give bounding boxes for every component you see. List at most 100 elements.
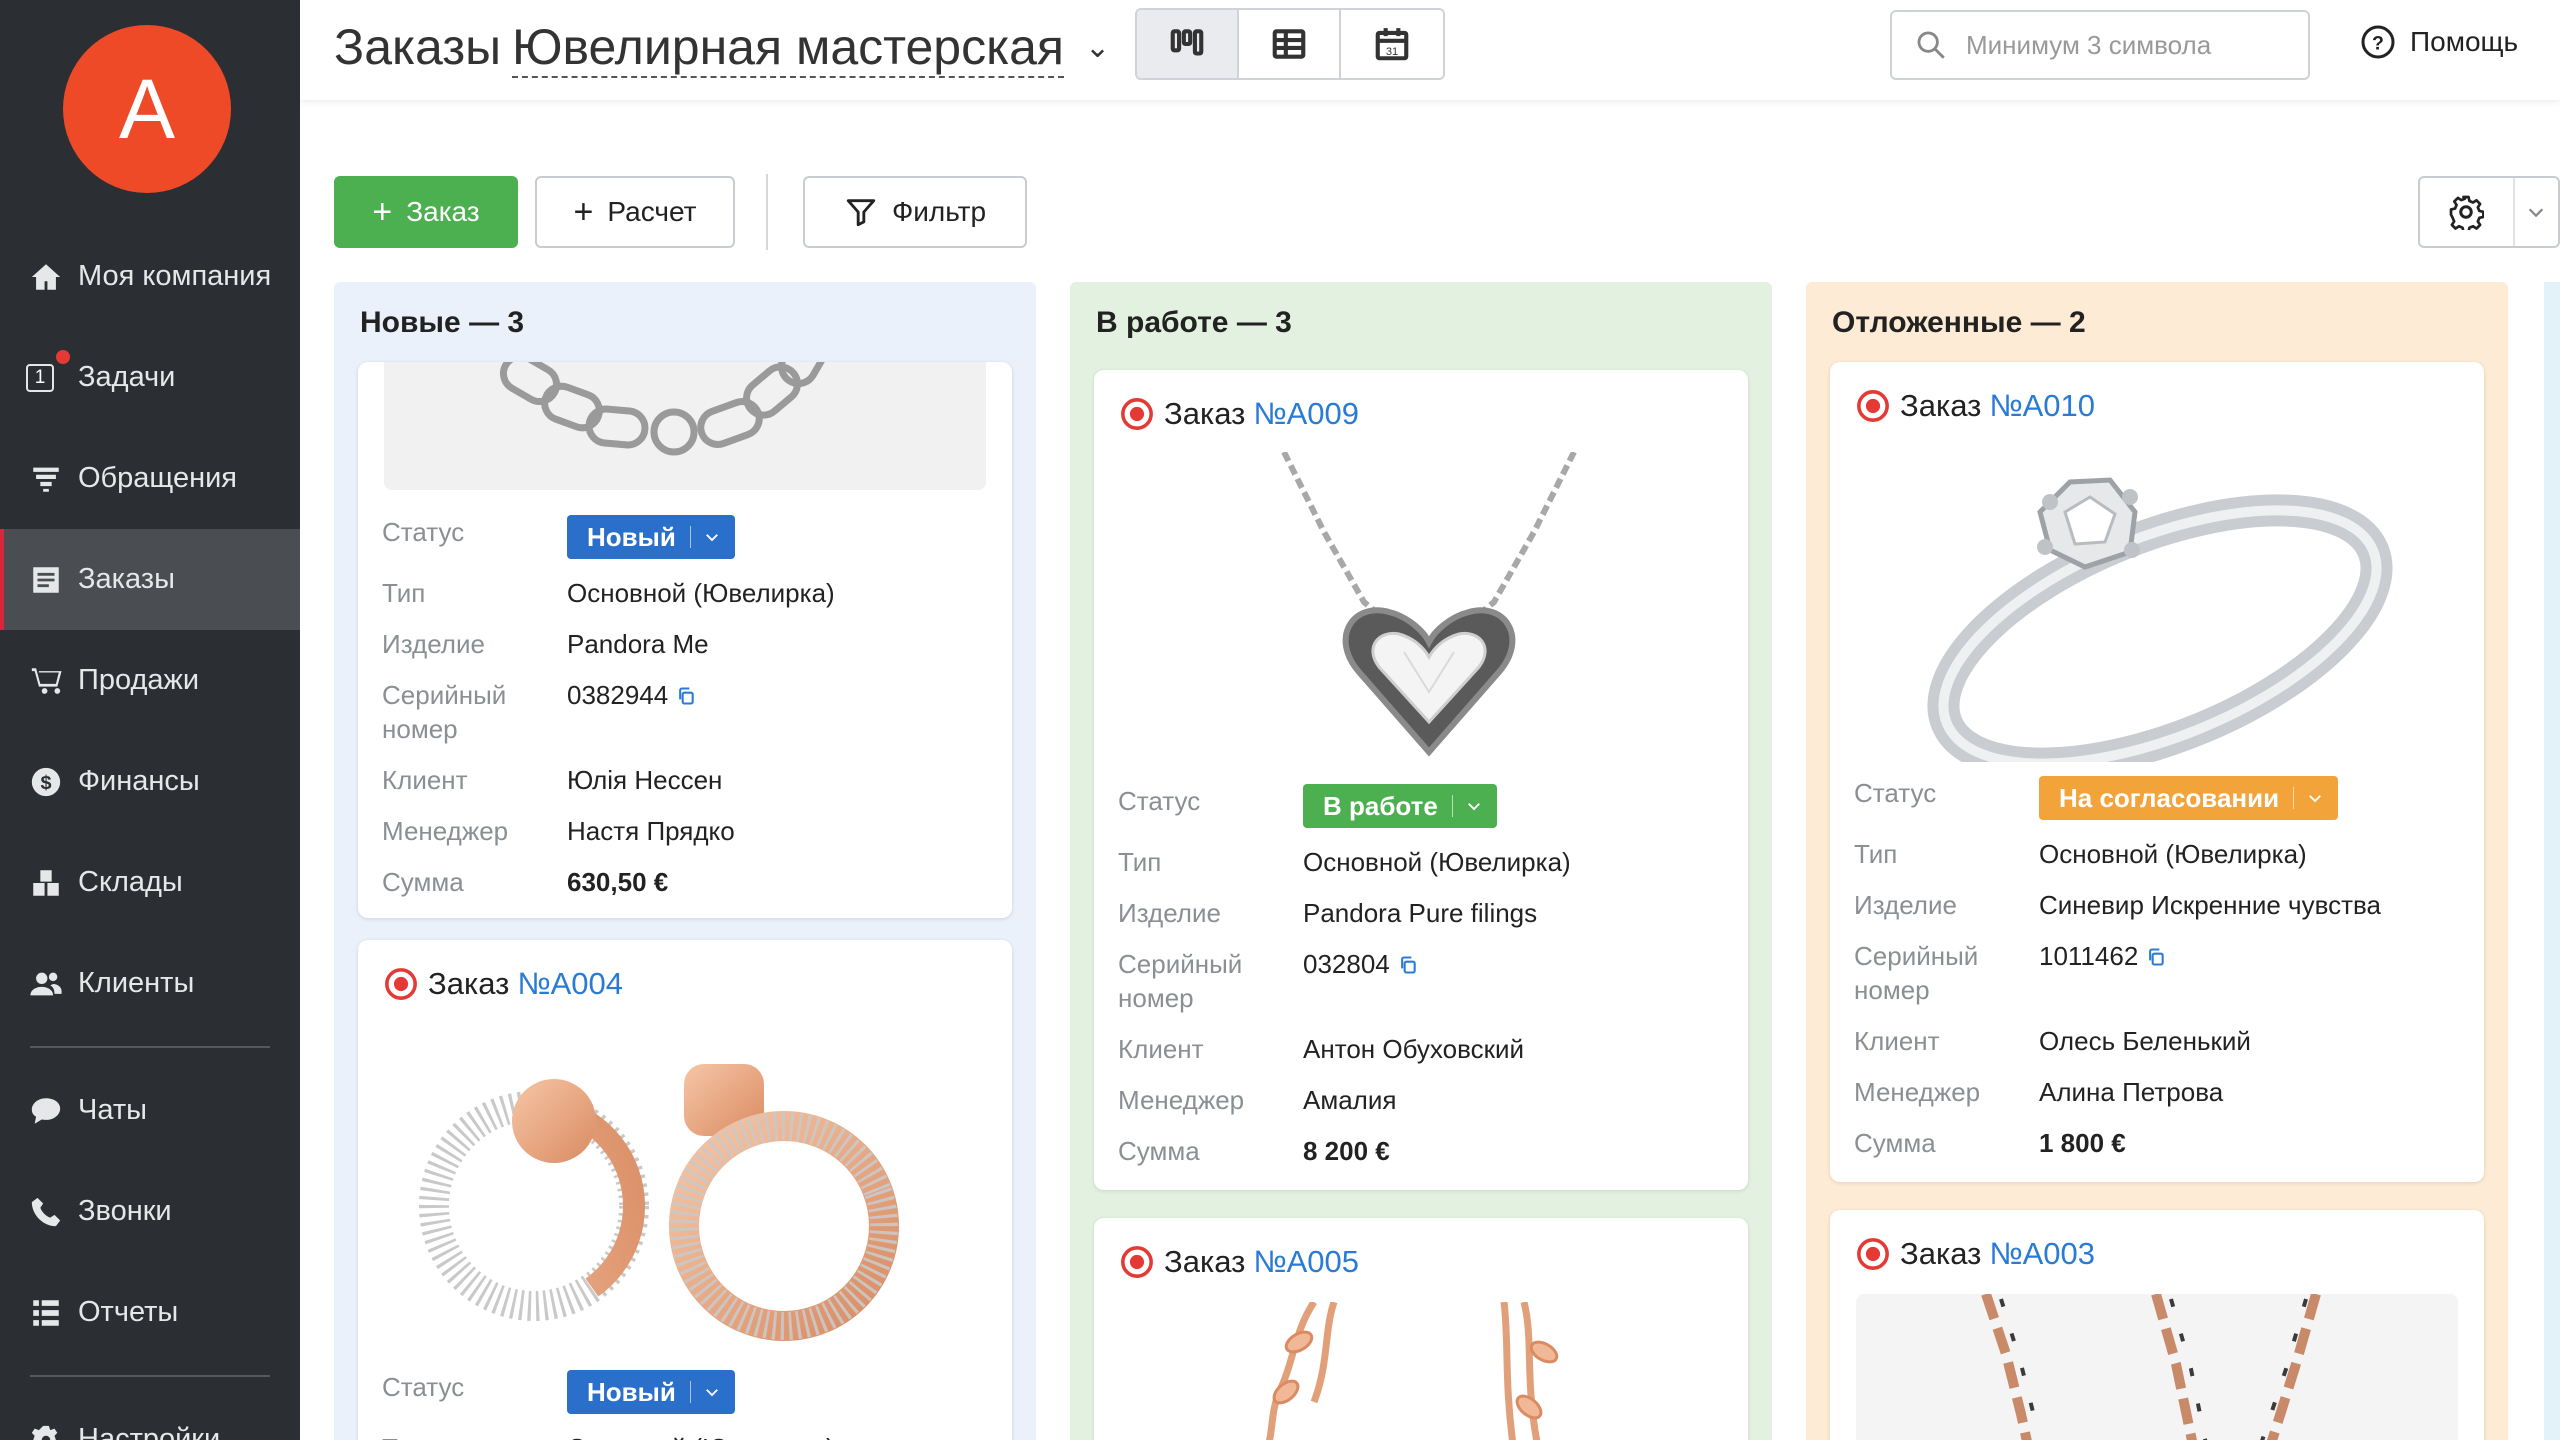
- sidebar-item-sales[interactable]: Продажи: [0, 630, 300, 731]
- add-order-label: Заказ: [406, 196, 480, 227]
- product-image: [1856, 1294, 2458, 1440]
- status-dropdown[interactable]: Новый: [567, 515, 735, 559]
- sidebar: A Моя компания 1 Задачи Обращения Заказы…: [0, 0, 300, 1440]
- add-calculation-button[interactable]: + Расчет: [535, 176, 735, 248]
- tasks-count-badge: 1: [26, 363, 54, 392]
- order-number-link[interactable]: №A010: [1989, 388, 2095, 424]
- column-title: В работе — 3: [1096, 306, 1292, 339]
- order-fields: Статус Новый Тип Основной (Ювелирка) Изд…: [382, 515, 992, 916]
- field-label: Менеджер: [1118, 1085, 1245, 1115]
- field-label: Изделие: [382, 629, 485, 659]
- copy-icon[interactable]: [2146, 947, 2166, 967]
- chevron-down-icon: [2515, 201, 2558, 223]
- field-label: Менеджер: [1854, 1077, 1981, 1107]
- order-number-link[interactable]: №A004: [517, 966, 623, 1002]
- sidebar-item-calls[interactable]: Звонки: [0, 1161, 300, 1262]
- sidebar-item-reports[interactable]: Отчеты: [0, 1262, 300, 1363]
- field-serial: Серийный номер 032804: [1118, 947, 1728, 1015]
- help-label: Помощь: [2410, 26, 2519, 57]
- sidebar-item-settings[interactable]: Настройки: [0, 1389, 300, 1440]
- field-label: Тип: [1118, 847, 1162, 877]
- status-label: Новый: [587, 1377, 676, 1407]
- sidebar-item-tasks[interactable]: 1 Задачи: [0, 327, 300, 428]
- order-number-link[interactable]: №A003: [1989, 1236, 2095, 1272]
- target-icon: [385, 968, 417, 1000]
- sidebar-item-warehouses[interactable]: Склады: [0, 832, 300, 933]
- order-title[interactable]: Заказ №A009: [1120, 396, 1359, 432]
- order-title[interactable]: Заказ №A003: [1856, 1236, 2095, 1272]
- sidebar-item-chats[interactable]: Чаты: [0, 1060, 300, 1161]
- field-label: Статус: [1118, 786, 1201, 816]
- copy-icon[interactable]: [676, 686, 696, 706]
- field-value: Антон Обуховский: [1303, 1034, 1525, 1064]
- field-client: Клиент Антон Обуховский: [1118, 1032, 1728, 1066]
- field-value: 8 200 €: [1303, 1136, 1390, 1166]
- field-label: Клиент: [382, 765, 468, 795]
- order-title[interactable]: Заказ №A010: [1856, 388, 2095, 424]
- filter-button[interactable]: Фильтр: [803, 176, 1027, 248]
- sidebar-item-label: Звонки: [78, 1195, 172, 1227]
- order-card[interactable]: Заказ №A005: [1094, 1218, 1748, 1440]
- field-label: Менеджер: [382, 816, 509, 846]
- serial-number: 0382944: [567, 680, 669, 710]
- order-prefix: Заказ: [428, 966, 510, 1001]
- chevron-down-icon: [705, 1389, 718, 1397]
- board-settings-button[interactable]: [2418, 176, 2560, 248]
- chevron-down-icon[interactable]: ⌄: [1085, 30, 1110, 65]
- avatar[interactable]: A: [63, 25, 231, 193]
- status-dropdown[interactable]: Новый: [567, 1370, 735, 1414]
- sidebar-item-label: Чаты: [78, 1094, 147, 1126]
- field-sum: Сумма 630,50 €: [382, 865, 992, 899]
- order-card[interactable]: Заказ №A004 Статус Новый: [358, 940, 1012, 1440]
- field-value: 032804: [1303, 947, 1728, 1015]
- field-type: Тип Основной (Ювелирка): [1118, 845, 1728, 879]
- chat-icon: [28, 1093, 64, 1129]
- sidebar-item-requests[interactable]: Обращения: [0, 428, 300, 529]
- order-card[interactable]: Заказ №A003: [1830, 1210, 2484, 1440]
- order-title[interactable]: Заказ №A004: [384, 966, 623, 1002]
- order-prefix: Заказ: [1900, 388, 1982, 423]
- field-label: Серийный номер: [1118, 949, 1243, 1013]
- order-card[interactable]: Заказ №A010 Статус На согласовании Тип О…: [1830, 362, 2484, 1182]
- order-number-link[interactable]: №A009: [1253, 396, 1359, 432]
- dollar-icon: $: [28, 764, 64, 800]
- field-value: Алина Петрова: [2039, 1077, 2224, 1107]
- add-order-button[interactable]: + Заказ: [334, 176, 518, 248]
- field-value: В работе: [1303, 784, 1728, 828]
- status-divider: [2293, 787, 2295, 809]
- table-view-button[interactable]: [1239, 10, 1341, 78]
- field-value: 1011462: [2039, 939, 2464, 1007]
- sidebar-item-my-company[interactable]: Моя компания: [0, 226, 300, 327]
- kanban-view-button[interactable]: [1137, 10, 1239, 78]
- sidebar-divider: [30, 1046, 270, 1048]
- tasks-icon: 1: [26, 349, 70, 396]
- copy-icon[interactable]: [1398, 955, 1418, 975]
- status-dropdown[interactable]: На согласовании: [2039, 776, 2339, 820]
- status-divider: [689, 526, 691, 548]
- field-value: Основной (Ювелирка): [1303, 847, 1571, 877]
- search-input[interactable]: [1966, 29, 2286, 61]
- order-card[interactable]: Заказ №A009 Статус В работе Тип Основной…: [1094, 370, 1748, 1190]
- calendar-icon: 31: [1375, 28, 1409, 61]
- order-title[interactable]: Заказ №A005: [1120, 1244, 1359, 1280]
- sidebar-item-finance[interactable]: $ Финансы: [0, 731, 300, 832]
- calendar-view-button[interactable]: 31: [1341, 10, 1443, 78]
- help-button[interactable]: ? Помощь: [2360, 24, 2518, 60]
- status-dropdown[interactable]: В работе: [1303, 784, 1497, 828]
- board-column-in-progress: В работе — 3 Заказ №A009 Статус В работе: [1070, 282, 1772, 1440]
- workspace-selector[interactable]: Ювелирная мастерская: [512, 18, 1064, 78]
- target-icon: [1121, 1246, 1153, 1278]
- field-label: Тип: [382, 1431, 567, 1440]
- order-number-link[interactable]: №A005: [1253, 1244, 1359, 1280]
- home-icon: [28, 259, 64, 295]
- orders-icon: [28, 562, 64, 598]
- sidebar-item-clients[interactable]: Клиенты: [0, 933, 300, 1034]
- order-card[interactable]: Статус Новый Тип Основной (Ювелирка) Изд…: [358, 362, 1012, 918]
- sidebar-item-label: Финансы: [78, 765, 200, 797]
- add-calculation-label: Расчет: [607, 196, 697, 227]
- field-sum: Сумма 1 800 €: [1854, 1126, 2464, 1160]
- sidebar-item-orders[interactable]: Заказы: [0, 529, 300, 630]
- field-label: Клиент: [1118, 1034, 1204, 1064]
- field-client: Клиент Олесь Беленький: [1854, 1024, 2464, 1058]
- sidebar-item-label: Настройки: [78, 1423, 221, 1440]
